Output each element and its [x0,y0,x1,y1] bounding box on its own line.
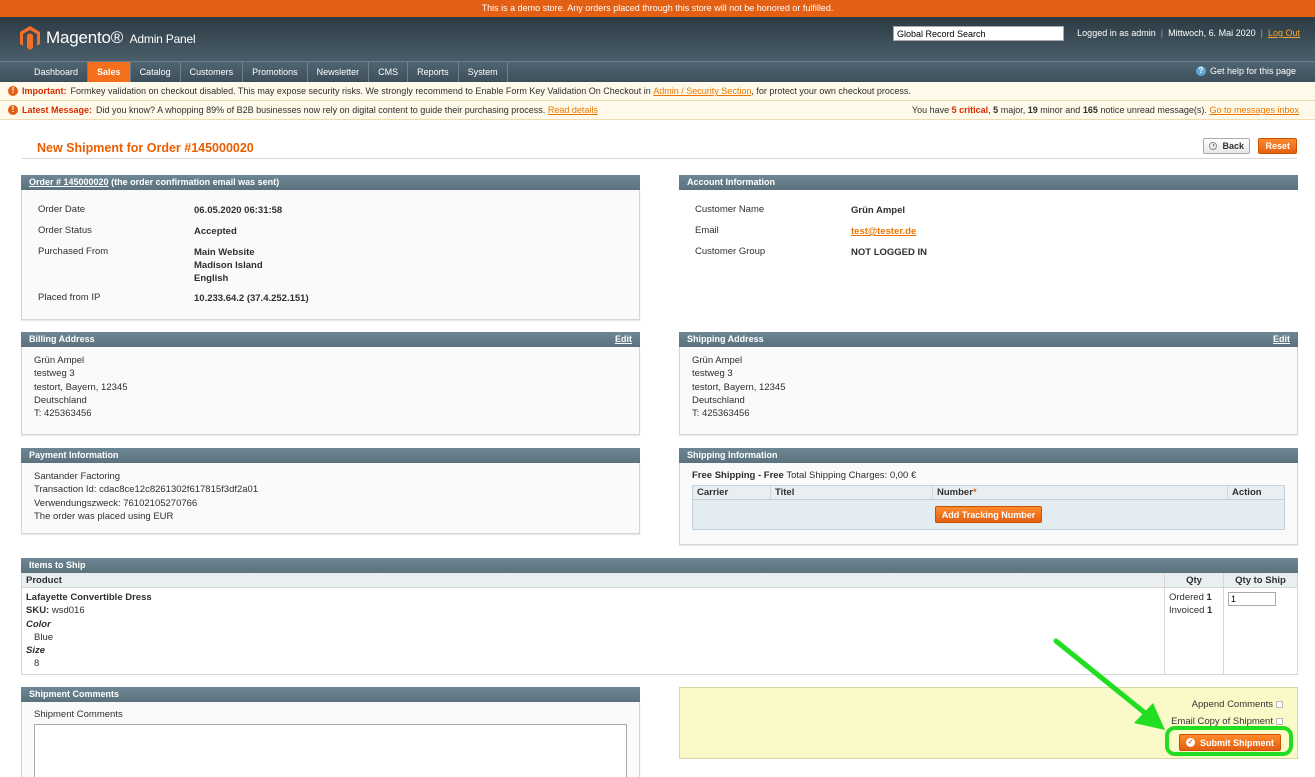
warning-icon: ! [8,86,18,96]
billing-address-box: Billing Address Edit Grün Ampel testweg 3t… [21,332,640,435]
order-box-header: Order # 145000020 (the order confirmatio… [21,175,640,190]
help-icon: ? [1195,66,1206,76]
nav-catalog[interactable]: Catalog [131,62,181,82]
qty-to-ship-input[interactable] [1228,592,1276,606]
customer-name: Grün Ampel [851,205,906,216]
messages-inbox-link[interactable]: Go to messages inbox [1209,105,1299,115]
placed-from-ip-row: Placed from IP 10.233.64.2 (37.4.252.151) [38,292,309,304]
customer-group: NOT LOGGED IN [851,247,927,258]
reset-button[interactable]: Reset [1258,138,1297,154]
current-date: Mittwoch, 6. Mai 2020 [1168,28,1256,38]
add-tracking-number-button[interactable]: Add Tracking Number [934,506,1043,523]
payment-info-box: Payment Information Santander Factoring T… [21,448,640,534]
nav-cms[interactable]: CMS [369,62,409,82]
logo[interactable]: Magento® Admin Panel [20,26,196,50]
annotation-arrow-icon [1053,638,1165,730]
magento-logo-icon [20,26,40,50]
shipping-address-box: Shipping Address Edit Grün Ampel testweg 3… [679,332,1298,435]
append-comments-option: Append Comments [1192,699,1283,710]
help-label: Get help for this page [1209,66,1296,76]
latest-text: Did you know? A whopping 89% of B2B busi… [96,105,546,115]
nav-promotions[interactable]: Promotions [243,62,308,82]
customer-email-link[interactable]: test@tester.de [851,226,916,237]
purchased-from-row: Purchased From Main Website Madison Island… [38,246,263,284]
nav-system[interactable]: System [459,62,508,82]
global-search-input[interactable] [893,26,1064,41]
shipment-comments-box: Shipment Comments Shipment Comments [21,687,640,777]
billing-edit-link[interactable]: Edit [615,332,632,347]
logout-link[interactable]: Log Out [1268,28,1300,38]
tracking-table: Carrier Titel Number* Action Add Trackin… [692,485,1285,530]
important-tail: , for protect your own checkout process. [751,86,911,96]
nav-customers[interactable]: Customers [181,62,244,82]
read-details-link[interactable]: Read details [548,105,598,115]
nav-sales[interactable]: Sales [88,62,131,82]
header-divider [22,158,1297,159]
order-date-row: Order Date 06.05.2020 06:31:58 [38,204,283,216]
header: Magento® Admin Panel Logged in as admin|… [0,17,1315,61]
help-link[interactable]: ? Get help for this page [1195,66,1296,76]
email-copy-checkbox[interactable] [1276,718,1283,725]
important-notice: ! Important: Formkey validation on check… [0,82,1315,101]
back-button[interactable]: ‹ Back [1203,138,1250,154]
annotation-highlight [1165,726,1293,756]
product-name: Lafayette Convertible Dress [26,592,152,603]
order-link[interactable]: Order # 145000020 [29,177,109,187]
warning-icon: ! [8,105,18,115]
important-label: Important: [22,86,67,96]
main-nav: Dashboard Sales Catalog Customers Promot… [0,61,1315,82]
security-section-link[interactable]: Admin / Security Section [653,86,751,96]
back-icon: ‹ [1209,142,1218,150]
logo-text: Magento® Admin Panel [46,28,196,47]
shipping-edit-link[interactable]: Edit [1273,332,1290,347]
latest-label: Latest Message: [22,105,93,115]
order-info-box: Order # 145000020 (the order confirmatio… [21,175,640,320]
append-comments-checkbox[interactable] [1276,701,1283,708]
page-title: New Shipment for Order #145000020 [37,141,254,155]
demo-store-notice: This is a demo store. Any orders placed … [0,0,1315,17]
account-box-header: Account Information [679,175,1298,190]
shipment-comments-textarea[interactable] [34,724,627,777]
account-info-box: Account Information Customer Name Grün Am… [679,175,1298,275]
user-info: Logged in as admin | Mittwoch, 6. Mai 2020… [1077,28,1300,38]
shipping-info-box: Shipping Information Free Shipping - Fre… [679,448,1298,545]
nav-newsletter[interactable]: Newsletter [308,62,370,82]
order-status-row: Order Status Accepted [38,225,237,237]
logged-in-label: Logged in as admin [1077,28,1156,38]
nav-dashboard[interactable]: Dashboard [25,62,89,82]
nav-reports[interactable]: Reports [408,62,459,82]
messages-summary: You have 5 critical, 5 major, 19 minor a… [911,105,1299,115]
latest-message-notice: ! Latest Message: Did you know? A whoppi… [0,101,1315,120]
important-text: Formkey validation on checkout disabled.… [70,86,651,96]
